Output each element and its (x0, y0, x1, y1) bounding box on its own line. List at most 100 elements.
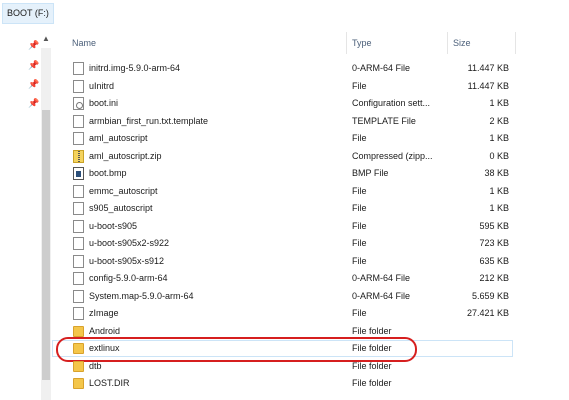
file-icon (73, 62, 84, 75)
column-header: Name Type Size (52, 26, 569, 60)
file-size: 212 KB (479, 273, 509, 283)
file-name: initrd.img-5.9.0-arm-64 (89, 63, 181, 73)
file-size: 1 KB (489, 133, 509, 143)
file-icon (73, 289, 84, 303)
folder-row[interactable]: LOST.DIR File folder (52, 375, 569, 392)
file-row[interactable]: boot.ini Configuration sett... 1 KB (52, 95, 569, 112)
file-icon (73, 219, 84, 233)
folder-icon (73, 378, 84, 389)
file-row[interactable]: emmc_autoscript File 1 KB (52, 183, 569, 200)
file-name: boot.bmp (89, 168, 127, 178)
file-size: 1 KB (489, 185, 509, 196)
file-size: 27.421 KB (466, 308, 509, 318)
column-size-header[interactable]: Size (453, 26, 471, 60)
file-type: 0-ARM-64 File (352, 63, 411, 73)
file-type: File (352, 80, 367, 91)
zip-icon (73, 149, 84, 163)
scrollbar-thumb[interactable] (42, 110, 50, 380)
column-name-header[interactable]: Name (72, 26, 96, 60)
file-row[interactable]: config-5.9.0-arm-64 0-ARM-64 File 212 KB (52, 270, 569, 287)
pin-icon[interactable]: 📌 (28, 97, 39, 109)
address-bar[interactable]: BOOT (F:) (0, 0, 569, 26)
pin-icon[interactable]: 📌 (28, 78, 39, 90)
file-row[interactable]: uInitrd File 11.447 KB (52, 78, 569, 95)
file-name: uInitrd (89, 80, 115, 91)
pin-icon[interactable]: 📌 (28, 59, 39, 71)
file-name: dtb (89, 360, 102, 371)
file-type: 0-ARM-64 File (352, 290, 411, 301)
file-row[interactable]: aml_autoscript.zip Compressed (zipp... 0 K… (52, 148, 569, 165)
file-size: 38 KB (484, 168, 509, 178)
file-icon (73, 202, 84, 215)
file-row[interactable]: aml_autoscript File 1 KB (52, 130, 569, 147)
file-row[interactable]: u-boot-s905x2-s922 File 723 KB (52, 235, 569, 252)
file-icon (73, 254, 84, 268)
file-size: 635 KB (479, 255, 509, 266)
file-row[interactable]: boot.bmp BMP File 38 KB (52, 165, 569, 182)
file-size: 5.659 KB (471, 290, 509, 301)
file-name: u-boot-s905x-s912 (89, 255, 165, 266)
file-name: s905_autoscript (89, 203, 153, 213)
file-type: File (352, 133, 367, 143)
file-type: File folder (352, 378, 392, 388)
column-type-header[interactable]: Type (352, 26, 372, 60)
file-type: File (352, 185, 367, 196)
file-size: 0 KB (489, 150, 509, 161)
file-icon (73, 272, 84, 285)
file-name: LOST.DIR (89, 378, 130, 388)
file-type: 0-ARM-64 File (352, 273, 411, 283)
file-row[interactable]: initrd.img-5.9.0-arm-64 0-ARM-64 File 11.4… (52, 60, 569, 77)
column-divider[interactable] (515, 32, 516, 54)
file-size: 11.447 KB (467, 63, 509, 73)
file-icon (73, 237, 84, 250)
file-icon (73, 307, 84, 320)
file-row[interactable]: u-boot-s905x-s912 File 635 KB (52, 253, 569, 270)
file-size: 1 KB (489, 98, 509, 108)
file-size: 1 KB (489, 203, 509, 213)
file-icon (73, 132, 84, 145)
file-name: armbian_first_run.txt.template (89, 115, 209, 126)
file-size: 11.447 KB (467, 80, 509, 91)
file-name: u-boot-s905 (89, 220, 138, 231)
file-type: Compressed (zipp... (352, 150, 433, 161)
file-row[interactable]: armbian_first_run.txt.template TEMPLATE F… (52, 113, 569, 130)
file-icon (73, 79, 84, 93)
file-icon (73, 184, 84, 198)
file-size: 595 KB (479, 220, 509, 231)
file-name: config-5.9.0-arm-64 (89, 273, 168, 283)
navigation-pane: 📌 📌 📌 📌 ▲ (0, 26, 52, 400)
file-type: File (352, 238, 367, 248)
nav-scrollbar[interactable] (41, 48, 51, 400)
file-type: BMP File (352, 168, 389, 178)
pin-icon[interactable]: 📌 (28, 39, 39, 51)
file-type: File (352, 220, 367, 231)
file-name: boot.ini (89, 98, 119, 108)
breadcrumb-drive[interactable]: BOOT (F:) (2, 3, 54, 24)
scroll-up-icon[interactable]: ▲ (41, 34, 51, 44)
file-type: Configuration sett... (352, 98, 431, 108)
file-type: File (352, 255, 367, 266)
file-name: System.map-5.9.0-arm-64 (89, 290, 194, 301)
column-divider[interactable] (447, 32, 448, 54)
folder-icon (73, 325, 84, 337)
file-row[interactable]: u-boot-s905 File 595 KB (52, 218, 569, 235)
file-name: aml_autoscript.zip (89, 150, 162, 161)
folder-icon (73, 360, 84, 372)
file-type: TEMPLATE File (352, 115, 416, 126)
file-row[interactable]: s905_autoscript File 1 KB (52, 200, 569, 217)
file-name: emmc_autoscript (89, 185, 158, 196)
file-size: 723 KB (479, 238, 509, 248)
bmp-icon (73, 167, 84, 180)
file-row[interactable]: zImage File 27.421 KB (52, 305, 569, 322)
file-name: aml_autoscript (89, 133, 148, 143)
file-name: zImage (89, 308, 119, 318)
folder-row[interactable]: extlinux File folder (52, 337, 569, 362)
file-type: File folder (352, 360, 392, 371)
file-icon (73, 114, 84, 128)
folder-row[interactable]: dtb File folder (52, 358, 569, 375)
file-size: 2 KB (489, 115, 509, 126)
file-row[interactable]: System.map-5.9.0-arm-64 0-ARM-64 File 5.65… (52, 288, 569, 305)
ini-icon (73, 97, 84, 110)
file-name: u-boot-s905x2-s922 (89, 238, 170, 248)
column-divider[interactable] (346, 32, 347, 54)
